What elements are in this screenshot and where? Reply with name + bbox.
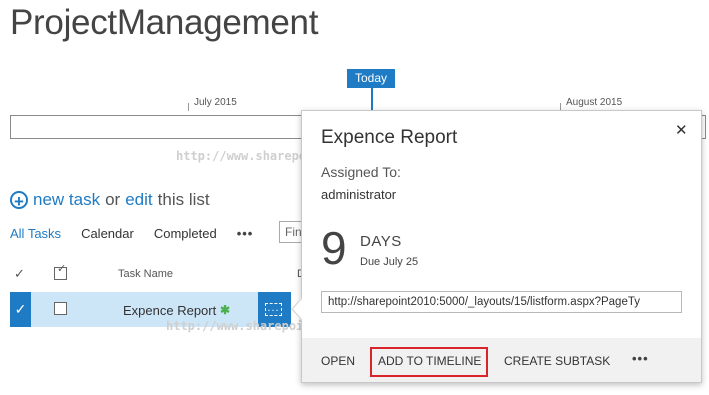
- edit-link[interactable]: edit: [125, 190, 152, 210]
- open-button[interactable]: OPEN: [321, 354, 355, 368]
- row-checkbox[interactable]: [54, 302, 67, 315]
- tab-all-tasks[interactable]: All Tasks: [10, 226, 61, 241]
- assigned-to-value: administrator: [321, 187, 397, 202]
- check-column-icon: ✓: [14, 266, 25, 281]
- column-header-task-name[interactable]: Task Name: [118, 268, 173, 280]
- callout-beak-inner: [293, 299, 302, 319]
- item-url-field[interactable]: http://sharepoint2010:5000/_layouts/15/l…: [321, 291, 682, 313]
- month-label-august: August 2015: [566, 97, 623, 108]
- this-list-text: this list: [157, 190, 210, 209]
- today-marker: Today: [347, 69, 395, 88]
- row-selected-check-icon[interactable]: ✓: [10, 292, 31, 327]
- annotation-highlight-box: [370, 347, 488, 377]
- create-subtask-button[interactable]: CREATE SUBTASK: [504, 354, 610, 368]
- tab-calendar[interactable]: Calendar: [81, 226, 134, 241]
- month-label-july: July 2015: [194, 97, 237, 108]
- new-item-icon: ✱: [220, 303, 231, 317]
- close-icon[interactable]: ✕: [675, 121, 688, 139]
- page-title: ProjectManagement: [10, 3, 319, 42]
- task-name-link[interactable]: Expence Report: [123, 303, 216, 318]
- tab-completed[interactable]: Completed: [154, 226, 217, 241]
- ellipsis-icon: ...: [265, 303, 282, 316]
- new-task-link[interactable]: new task: [33, 190, 100, 210]
- find-input[interactable]: Fin: [279, 221, 303, 243]
- or-text: or: [105, 190, 121, 209]
- more-views-button[interactable]: •••: [237, 226, 254, 241]
- more-actions-button[interactable]: •••: [632, 351, 649, 366]
- callout-title: Expence Report: [321, 127, 458, 148]
- days-remaining-number: 9: [321, 222, 347, 274]
- days-label: DAYS: [360, 233, 402, 250]
- month-tick: [188, 103, 189, 111]
- due-date-text: Due July 25: [360, 256, 419, 268]
- select-all-check-icon: ✓: [57, 263, 67, 275]
- plus-circle-icon[interactable]: +: [10, 191, 28, 210]
- assigned-to-label: Assigned To:: [321, 164, 401, 180]
- view-tabs: All Tasks Calendar Completed •••: [10, 226, 273, 241]
- new-task-row: + new task or edit this list: [10, 190, 210, 210]
